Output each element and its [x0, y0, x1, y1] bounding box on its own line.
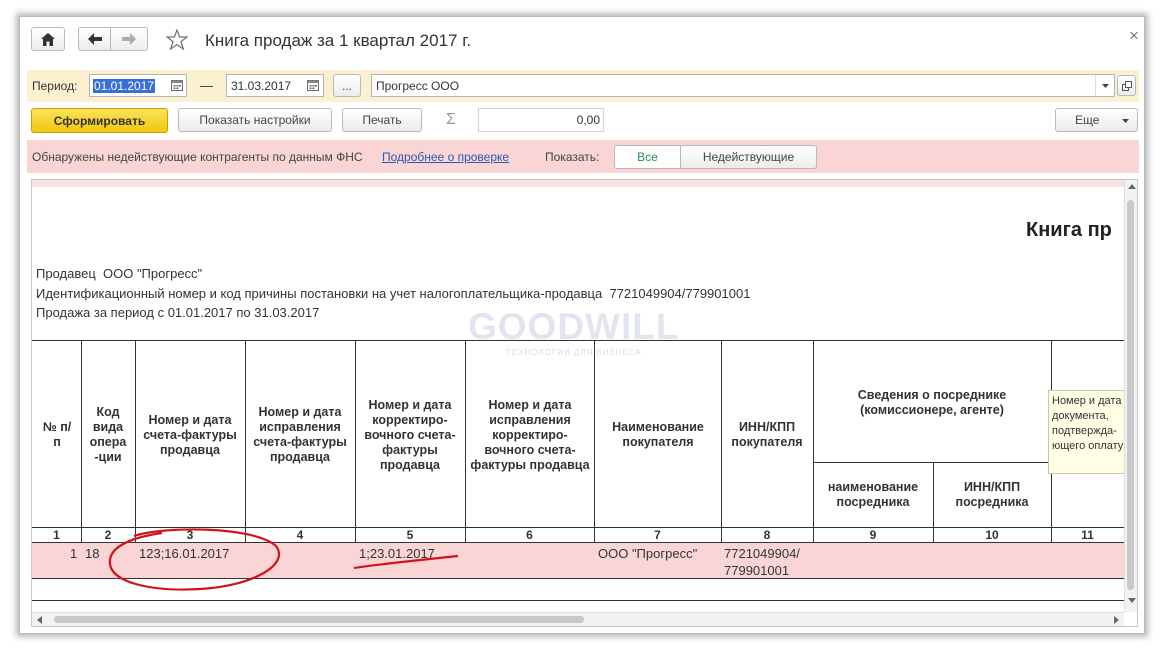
report-top-strip	[32, 180, 1124, 187]
tooltip-text: Номер и дата документа, подтвержда-ющего…	[1052, 395, 1124, 452]
scroll-up-icon[interactable]	[1128, 184, 1136, 189]
period-line: Продажа за период с 01.01.2017 по 31.03.…	[36, 305, 320, 320]
calendar-icon	[307, 80, 319, 91]
organization-field[interactable]: Прогресс ООО	[371, 74, 1115, 97]
filter-inactive-label: Недействующие	[702, 150, 795, 164]
row-buyer-inn: 7721049904/	[724, 546, 800, 561]
period-label: Период:	[32, 79, 78, 93]
horizontal-scroll-thumb[interactable]	[54, 616, 584, 623]
home-icon	[41, 32, 55, 46]
filter-all-button[interactable]: Все	[614, 145, 681, 169]
chevron-down-icon	[1101, 83, 1109, 88]
table-bottom-line	[32, 600, 1124, 601]
col-number: 7	[654, 528, 661, 542]
period-choose-label: ...	[341, 78, 352, 93]
show-filter-label: Показать:	[545, 150, 600, 164]
report-window: Книга продаж за 1 квартал 2017 г. × Пери…	[19, 16, 1145, 634]
organization-value: Прогресс ООО	[376, 78, 460, 93]
row-number: 1	[70, 546, 78, 561]
annotation-ellipse	[108, 528, 280, 591]
more-label: Еще	[1075, 113, 1100, 127]
report-title: Книга пр	[1026, 219, 1112, 241]
seller-line: Продавец ООО "Прогресс"	[36, 266, 203, 281]
show-settings-button[interactable]: Показать настройки	[178, 108, 332, 132]
col-header-7: Наименование покупателя	[612, 420, 704, 449]
col-header-5: Номер и дата корректиро-вочного счета-фа…	[364, 397, 456, 472]
annotation-underline	[353, 554, 459, 570]
period-to-value: 31.03.2017	[231, 78, 292, 93]
intermediary-inn-header: ИНН/КПП посредника	[955, 480, 1029, 509]
generate-label: Сформировать	[53, 113, 146, 128]
col-header-8: ИНН/КПП покупателя	[731, 420, 803, 449]
close-icon[interactable]: ×	[1129, 26, 1139, 46]
show-settings-label: Показать настройки	[199, 113, 311, 127]
warning-details-link[interactable]: Подробнее о проверке	[382, 150, 509, 164]
col-number: 6	[526, 528, 533, 542]
calendar-icon	[171, 80, 183, 91]
scroll-left-icon[interactable]	[37, 616, 42, 624]
col-number: 11	[1081, 528, 1094, 542]
report-area: Книга пр Продавец ООО "Прогресс" Идентиф…	[31, 179, 1138, 627]
generate-button[interactable]: Сформировать	[31, 108, 168, 133]
forward-button[interactable]	[110, 27, 148, 51]
calendar-to-button[interactable]	[304, 76, 322, 95]
sum-field: 0,00	[478, 108, 604, 132]
period-from-value: 01.01.2017	[93, 78, 156, 93]
open-window-icon	[1121, 80, 1132, 91]
organization-open-button[interactable]	[1117, 75, 1136, 96]
col-header-1: № п/п	[42, 420, 72, 449]
organization-dropdown-button[interactable]	[1095, 75, 1114, 96]
period-dash: —	[200, 78, 213, 93]
col-number: 10	[985, 528, 999, 542]
favorite-star-icon[interactable]	[166, 29, 188, 50]
filter-all-label: Все	[637, 150, 658, 164]
inn-line: Идентификационный номер и код причины по…	[36, 286, 751, 301]
sigma-icon: Σ	[446, 111, 456, 128]
col-header-6: Номер и дата исправления корректиро-вочн…	[470, 397, 590, 472]
scroll-down-icon[interactable]	[1128, 598, 1136, 603]
arrow-left-icon	[87, 33, 102, 45]
intermediary-name-header: наименование посредника	[827, 480, 919, 509]
print-button[interactable]: Печать	[342, 108, 422, 132]
back-button[interactable]	[78, 27, 111, 51]
col-number: 9	[869, 528, 877, 542]
watermark-logo: GOODWILL	[468, 306, 680, 347]
more-button[interactable]: Еще	[1055, 108, 1138, 132]
intermediary-header: Сведения о посреднике (комиссионере, аге…	[857, 387, 1007, 417]
print-label: Печать	[362, 113, 402, 127]
col-header-3: Номер и дата счета-фактуры продавца	[143, 412, 237, 457]
home-button[interactable]	[31, 27, 65, 51]
filter-inactive-button[interactable]: Недействующие	[680, 145, 817, 169]
table-top-border	[32, 340, 1124, 341]
col-number: 1	[53, 528, 60, 542]
vertical-scroll-thumb[interactable]	[1127, 200, 1134, 590]
sum-value: 0,00	[576, 113, 600, 127]
col-number: 8	[763, 528, 771, 542]
row-buyer: ООО "Прогресс"	[598, 546, 698, 561]
row-operation-code: 18	[85, 546, 100, 561]
chevron-down-icon	[1122, 119, 1129, 123]
period-choose-button[interactable]: ...	[333, 74, 361, 97]
warning-message: Обнаружены недействующие контрагенты по …	[32, 150, 363, 164]
row-buyer-kpp: 779901001	[724, 563, 790, 578]
window-title: Книга продаж за 1 квартал 2017 г.	[205, 31, 472, 50]
col-header-2: Код вида опера -ции	[89, 405, 127, 464]
col-header-4: Номер и дата исправления счета-фактуры п…	[253, 405, 347, 464]
arrow-right-icon	[122, 33, 136, 45]
column-tooltip: Номер и дата документа, подтвержда-ющего…	[1048, 390, 1132, 474]
calendar-from-button[interactable]	[168, 76, 186, 95]
col-number: 5	[406, 528, 414, 542]
scroll-right-icon[interactable]	[1114, 616, 1119, 624]
